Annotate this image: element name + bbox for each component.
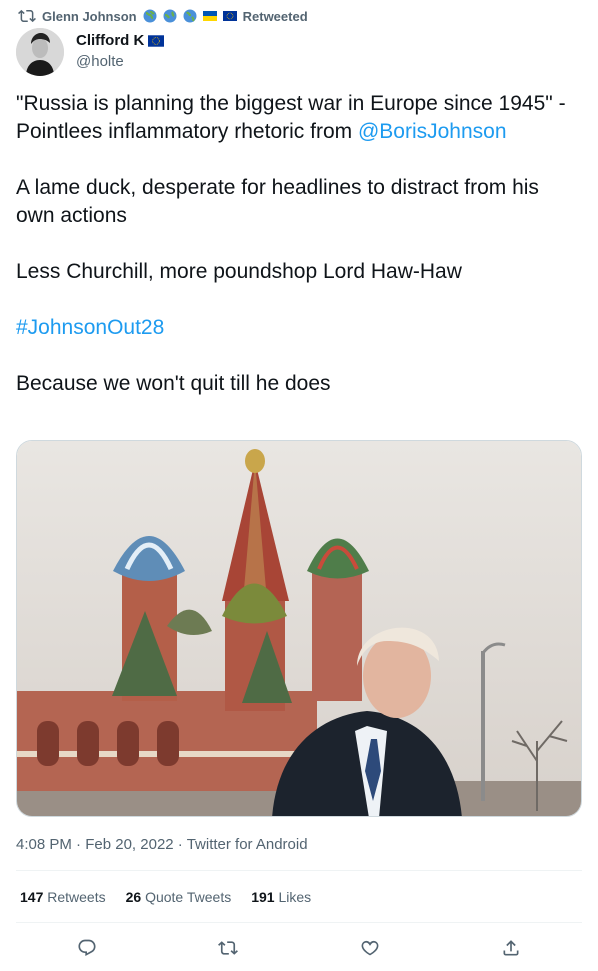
tweet-paragraph: "Russia is planning the biggest war in E…	[16, 90, 582, 146]
eu-flag-icon	[148, 34, 165, 47]
separator: ·	[71, 836, 86, 853]
retweet-icon	[18, 9, 36, 23]
engagement-stats: 147 Retweets 26 Quote Tweets 191 Likes	[20, 889, 311, 905]
hashtag-link[interactable]: #JohnsonOut28	[16, 316, 164, 339]
divider	[16, 922, 582, 923]
retweets-count: 147	[20, 889, 44, 905]
tweet-paragraph: Less Churchill, more poundshop Lord Haw-…	[16, 260, 462, 283]
retweeted-label: Retweeted	[242, 8, 308, 24]
tweet-actions	[16, 930, 582, 966]
divider	[16, 870, 582, 871]
globe-icon	[163, 9, 177, 23]
tweet-paragraph: #JohnsonOut28	[16, 314, 582, 342]
retweets-label: Retweets	[47, 889, 106, 905]
eu-flag-icon	[222, 11, 237, 21]
likes-stat[interactable]: 191 Likes	[251, 889, 311, 905]
avatar-photo	[16, 28, 64, 76]
quotes-stat[interactable]: 26 Quote Tweets	[126, 889, 232, 905]
retweet-icon[interactable]	[218, 938, 239, 958]
globe-icon	[143, 9, 157, 23]
reply-icon[interactable]	[77, 938, 97, 958]
mention-link[interactable]: @BorisJohnson	[358, 120, 507, 143]
likes-label: Likes	[278, 889, 312, 905]
tweet-date[interactable]: Feb 20, 2022	[85, 836, 173, 853]
tweet-paragraph: A lame duck, desperate for headlines to …	[16, 176, 539, 227]
tweet-meta: 4:08 PM · Feb 20, 2022 · Twitter for And…	[16, 836, 308, 853]
author-name[interactable]: Clifford K	[76, 32, 165, 49]
globe-icon	[183, 9, 197, 23]
likes-count: 191	[251, 889, 275, 905]
tweet-photo[interactable]	[16, 440, 582, 817]
ukraine-flag-icon	[202, 11, 217, 21]
quotes-count: 26	[125, 889, 142, 905]
quotes-label: Quote Tweets	[145, 889, 232, 905]
avatar[interactable]	[16, 28, 64, 76]
retweet-context[interactable]: Glenn Johnson Retweeted	[18, 6, 308, 26]
tweet-paragraph: Because we won't quit till he does	[16, 372, 331, 395]
tweet-source[interactable]: Twitter for Android	[187, 836, 308, 853]
author-handle[interactable]: @holte	[76, 53, 124, 70]
like-icon[interactable]	[360, 938, 380, 958]
retweeter-name[interactable]: Glenn Johnson	[42, 9, 137, 24]
share-icon[interactable]	[501, 938, 521, 958]
tweet-body: "Russia is planning the biggest war in E…	[16, 90, 582, 426]
separator: ·	[173, 836, 187, 853]
retweets-stat[interactable]: 147 Retweets	[20, 889, 106, 905]
kremlin-photo	[17, 441, 581, 816]
tweet-time[interactable]: 4:08 PM	[16, 836, 72, 853]
author-name-text[interactable]: Clifford K	[76, 32, 144, 49]
